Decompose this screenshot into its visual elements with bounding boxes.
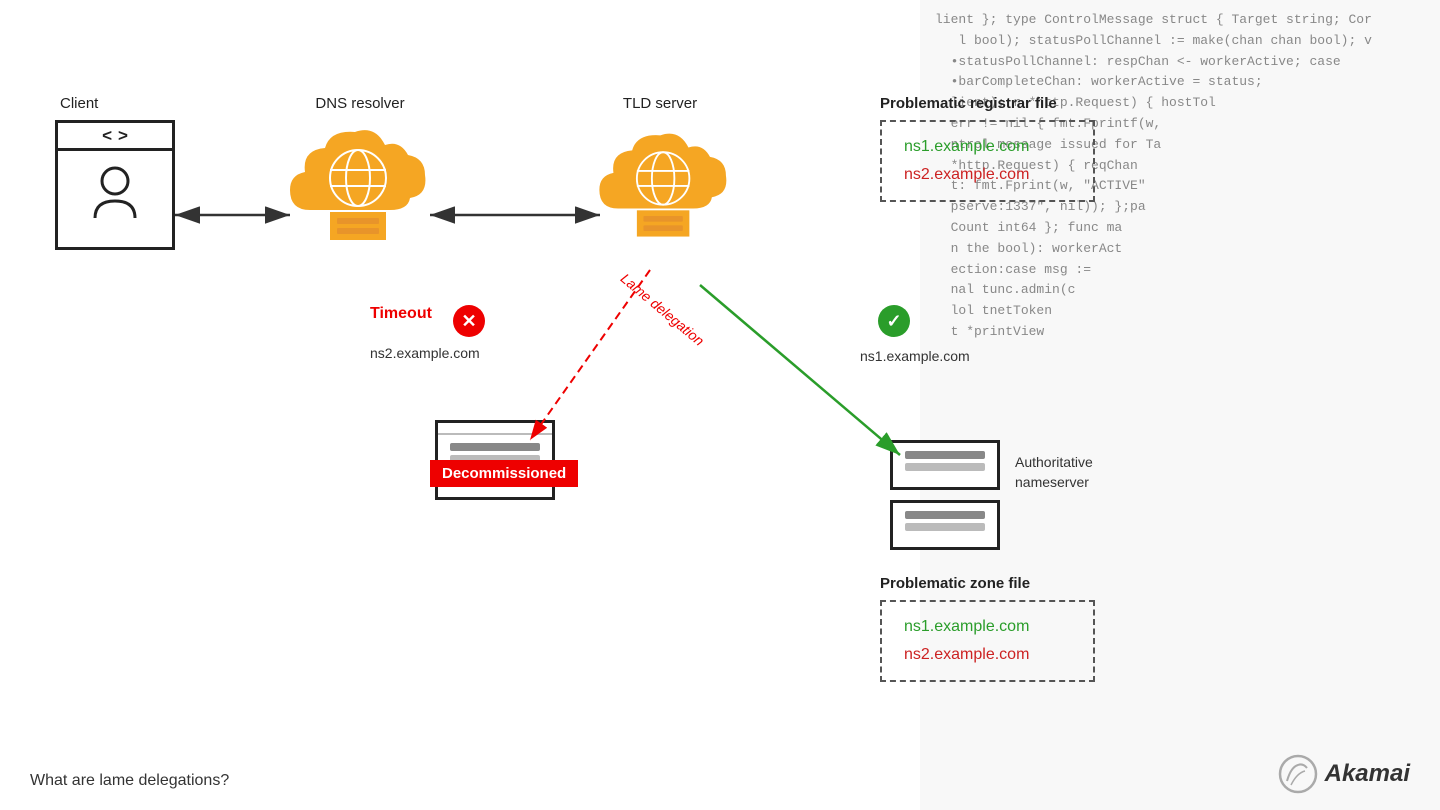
lame-delegation-label: Lame delegation — [618, 270, 708, 349]
client-person-icon — [58, 151, 172, 223]
decommissioned-badge: Decommissioned — [430, 460, 578, 487]
dns-cloud — [280, 120, 440, 255]
auth-nameserver-box2 — [890, 500, 1000, 550]
zone-ns2: ns2.example.com — [904, 646, 1071, 664]
akamai-text: Akamai — [1325, 760, 1410, 788]
client-label: Client — [60, 95, 98, 112]
diagram-area: Client < > DNS resolver — [0, 0, 1440, 810]
code-slash: > — [118, 126, 128, 146]
dns-cloud-svg — [280, 120, 440, 250]
auth-nameserver-box1 — [890, 440, 1000, 490]
zone-file-box: ns1.example.com ns2.example.com — [880, 600, 1095, 682]
timeout-label: Timeout — [370, 305, 432, 323]
tld-cloud-svg — [590, 120, 740, 250]
auth-ns-label: Authoritative nameserver — [1015, 453, 1093, 492]
zone-file-title: Problematic zone file — [880, 575, 1030, 592]
bottom-text: What are lame delegations? — [30, 772, 229, 790]
tld-server-label: TLD server — [590, 95, 730, 112]
ns1-label: ns1.example.com — [860, 348, 970, 364]
dns-resolver-label: DNS resolver — [280, 95, 440, 112]
person-svg — [90, 163, 140, 223]
zone-ns1: ns1.example.com — [904, 618, 1071, 636]
akamai-logo-svg — [1277, 753, 1319, 795]
registrar-file-title: Problematic registrar file — [880, 95, 1057, 112]
akamai-logo: Akamai — [1277, 753, 1410, 795]
client-top-bar: < > — [58, 123, 172, 151]
registrar-file-box: ns1.example.com ns2.example.com — [880, 120, 1095, 202]
tld-cloud — [590, 120, 740, 255]
registrar-ns1: ns1.example.com — [904, 138, 1071, 156]
ns2-label: ns2.example.com — [370, 345, 480, 361]
code-bracket-left: < — [102, 126, 112, 146]
check-circle: ✓ — [878, 305, 910, 337]
client-box: < > — [55, 120, 175, 250]
registrar-ns2: ns2.example.com — [904, 166, 1071, 184]
timeout-x-circle: ✕ — [453, 305, 485, 337]
